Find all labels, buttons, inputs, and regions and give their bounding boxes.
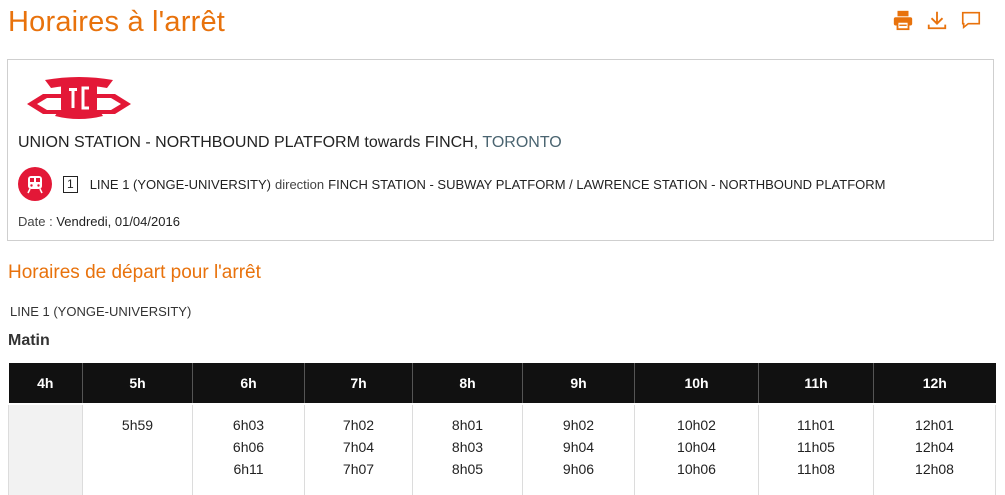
route-line-name: LINE 1 (YONGE-UNIVERSITY): [89, 176, 271, 192]
hour-cell: 12h01 12h04 12h08: [873, 405, 996, 495]
toolbar: [891, 8, 983, 32]
print-icon: [893, 10, 913, 31]
ttc-logo: [27, 77, 131, 119]
hours-header-row: 4h 5h 6h 7h 8h 9h 10h 11h 12h: [8, 363, 996, 403]
route-line: 1 LINE 1 (YONGE-UNIVERSITY) direction FI…: [18, 166, 885, 202]
hour-header: 7h: [304, 363, 413, 403]
date-line: Date : Vendredi, 01/04/2016: [18, 214, 180, 229]
stop-name-line: UNION STATION - NORTHBOUND PLATFORM towa…: [18, 134, 562, 152]
departure-time: 7h02: [342, 417, 375, 433]
stop-info-box: UNION STATION - NORTHBOUND PLATFORM towa…: [7, 59, 994, 241]
date-value: Vendredi, 01/04/2016: [56, 214, 180, 229]
times-row: 5h59 6h03 6h06 6h11 7h02 7h04 7h07 8h01 …: [8, 405, 996, 495]
departure-time: 8h05: [451, 461, 484, 477]
departure-time: 12h01: [915, 417, 954, 433]
hour-header: 5h: [82, 363, 193, 403]
departure-time: 8h01: [451, 417, 484, 433]
direction-word: direction: [275, 176, 325, 192]
section-title: Horaires de départ pour l'arrêt: [8, 262, 261, 283]
hour-header: 11h: [758, 363, 874, 403]
comment-icon: [961, 11, 981, 30]
hour-cell: 5h59: [82, 405, 193, 495]
hour-cell: 6h03 6h06 6h11: [192, 405, 305, 495]
download-icon: [927, 11, 947, 30]
departure-time: 7h07: [342, 461, 375, 477]
hour-cell: 11h01 11h05 11h08: [758, 405, 874, 495]
departure-time: 11h05: [797, 439, 835, 455]
schedule-line-name: LINE 1 (YONGE-UNIVERSITY): [10, 304, 192, 319]
hour-cell: 10h02 10h04 10h06: [634, 405, 759, 495]
hour-header: 10h: [634, 363, 759, 403]
date-label: Date :: [18, 214, 53, 229]
hour-cell: 8h01 8h03 8h05: [412, 405, 523, 495]
route-direction: FINCH STATION - SUBWAY PLATFORM / LAWREN…: [328, 176, 886, 192]
download-button[interactable]: [925, 8, 949, 32]
departure-time: 12h08: [915, 461, 954, 477]
hour-cell: 7h02 7h04 7h07: [304, 405, 413, 495]
hour-header: 8h: [412, 363, 523, 403]
departure-time: 11h01: [797, 417, 835, 433]
departure-time: 7h04: [342, 439, 375, 455]
period-label: Matin: [8, 332, 50, 349]
departure-time: 6h06: [232, 439, 265, 455]
departure-time: 11h08: [797, 461, 835, 477]
hour-cell: [8, 405, 83, 495]
departure-time: 10h06: [677, 461, 716, 477]
page-title: Horaires à l'arrêt: [8, 6, 226, 38]
route-number: 1: [63, 175, 78, 193]
departure-time: 5h59: [121, 417, 154, 433]
departure-time: 8h03: [451, 439, 484, 455]
subway-badge: [18, 167, 52, 201]
subway-train-icon: [27, 176, 43, 194]
hour-cell: 9h02 9h04 9h06: [522, 405, 635, 495]
departure-time: 10h04: [677, 439, 716, 455]
departure-time: 9h02: [562, 417, 595, 433]
stop-city[interactable]: TORONTO: [482, 134, 561, 151]
departure-time: 9h04: [562, 439, 595, 455]
departure-time: 12h04: [915, 439, 954, 455]
departure-time: 9h06: [562, 461, 595, 477]
hour-header: 4h: [8, 363, 83, 403]
hour-header: 12h: [873, 363, 996, 403]
hour-header: 6h: [192, 363, 305, 403]
departure-time: 10h02: [677, 417, 716, 433]
stop-name: UNION STATION - NORTHBOUND PLATFORM towa…: [18, 134, 479, 151]
departure-time: 6h11: [233, 461, 264, 477]
comment-button[interactable]: [959, 8, 983, 32]
departure-time: 6h03: [232, 417, 265, 433]
timetable: 4h 5h 6h 7h 8h 9h 10h 11h 12h 5h59 6h03 …: [8, 363, 996, 495]
print-button[interactable]: [891, 8, 915, 32]
hour-header: 9h: [522, 363, 635, 403]
